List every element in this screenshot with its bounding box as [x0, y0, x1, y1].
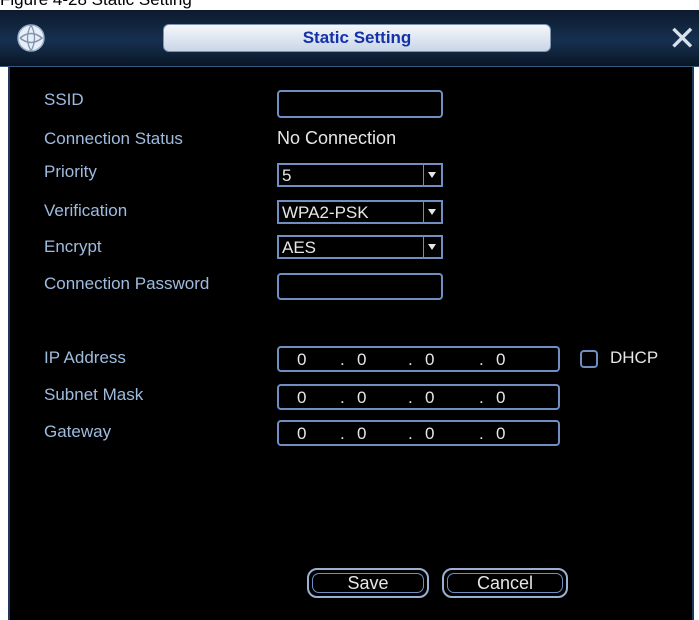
dialog-title: Static Setting [163, 24, 551, 52]
save-button[interactable]: Save [307, 568, 429, 598]
ip-address-label: IP Address [44, 348, 126, 367]
ssid-label: SSID [44, 90, 84, 109]
ip-octet-2: 0 [357, 350, 367, 369]
priority-select[interactable]: 5 [277, 163, 443, 187]
subnet-mask-input[interactable]: 0 .0 .0 .0 [277, 384, 560, 410]
connection-password-input[interactable] [277, 273, 443, 300]
mask-octet-2: 0 [357, 388, 367, 407]
gateway-octet-3: 0 [425, 424, 435, 443]
subnet-mask-label: Subnet Mask [44, 385, 144, 404]
gateway-input[interactable]: 0 .0 .0 .0 [277, 420, 560, 446]
encrypt-select[interactable]: AES [277, 235, 443, 259]
close-icon[interactable]: ✕ [668, 22, 697, 56]
gateway-label: Gateway [44, 422, 112, 441]
dhcp-label: DHCP [610, 348, 659, 367]
verification-value: WPA2-PSK [282, 203, 369, 222]
ip-address-input[interactable]: 0 .0 .0 .0 [277, 346, 560, 372]
save-button-frame [312, 573, 424, 593]
page-caption-text: Figure 4-28 Static Setting [0, 0, 192, 10]
settings-panel: SSID Connection Status No Connection Pri… [8, 67, 694, 620]
chevron-down-icon [423, 202, 441, 222]
connection-password-label: Connection Password [44, 274, 210, 293]
priority-label: Priority [44, 162, 97, 181]
ssid-input[interactable] [277, 90, 443, 118]
dialog-titlebar: Static Setting ✕ [0, 10, 699, 67]
encrypt-value: AES [282, 238, 317, 257]
mask-octet-1: 0 [297, 388, 307, 407]
mask-octet-4: 0 [496, 388, 506, 407]
connection-status-value: No Connection [277, 128, 397, 148]
dhcp-checkbox[interactable] [580, 350, 598, 368]
cancel-button-frame [447, 573, 563, 593]
connection-status-label: Connection Status [44, 129, 183, 148]
gateway-octet-2: 0 [357, 424, 367, 443]
verification-label: Verification [44, 201, 128, 220]
mask-octet-3: 0 [425, 388, 435, 407]
globe-app-icon [17, 24, 45, 52]
encrypt-label: Encrypt [44, 237, 102, 256]
verification-select[interactable]: WPA2-PSK [277, 200, 443, 224]
ip-octet-3: 0 [425, 350, 435, 369]
gateway-octet-4: 0 [496, 424, 506, 443]
page-caption: Figure 4-28 Static Setting [0, 0, 699, 10]
chevron-down-icon [423, 165, 441, 185]
ip-octet-4: 0 [496, 350, 506, 369]
ip-octet-1: 0 [297, 350, 307, 369]
chevron-down-icon [423, 237, 441, 257]
cancel-button[interactable]: Cancel [442, 568, 568, 598]
priority-value: 5 [282, 166, 292, 185]
gateway-octet-1: 0 [297, 424, 307, 443]
